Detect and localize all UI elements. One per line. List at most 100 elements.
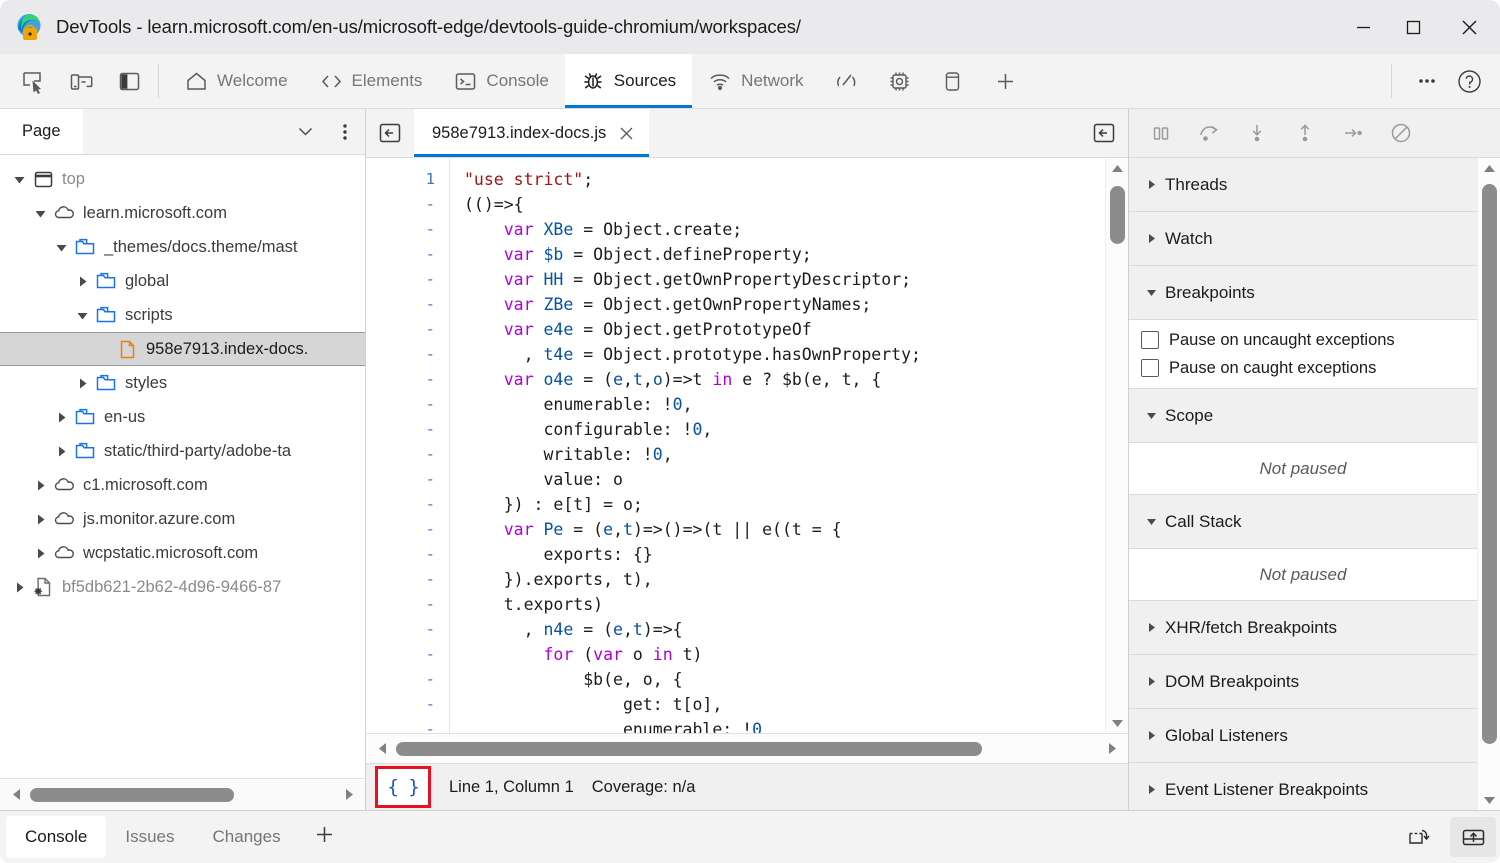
editor-vertical-scrollbar[interactable] — [1105, 158, 1128, 733]
line-number-gutter[interactable]: 1---------------------- — [366, 158, 450, 733]
code-line[interactable]: configurable: !0, — [464, 417, 1105, 442]
drawer-tab-changes[interactable]: Changes — [194, 816, 300, 858]
line-number[interactable]: - — [366, 617, 449, 642]
navigator-more-options-icon[interactable] — [325, 109, 365, 154]
tab-welcome[interactable]: Welcome — [169, 54, 304, 108]
code-line[interactable]: var XBe = Object.create; — [464, 217, 1105, 242]
pause-resume-icon[interactable] — [1141, 114, 1181, 152]
drawer-add-tab-button[interactable] — [300, 811, 350, 863]
tree-item[interactable]: bf5db621-2b62-4d96-9466-87 — [0, 570, 365, 604]
chevron-down-icon[interactable] — [285, 109, 325, 154]
code-line[interactable]: var o4e = (e,t,o)=>t in e ? $b(e, t, { — [464, 367, 1105, 392]
scroll-up-arrow-icon[interactable] — [1110, 158, 1125, 178]
line-number[interactable]: - — [366, 542, 449, 567]
debugger-section-breakpoints[interactable]: Breakpoints — [1129, 266, 1477, 320]
debugger-vertical-scrollbar[interactable] — [1477, 158, 1500, 810]
line-number[interactable]: - — [366, 417, 449, 442]
more-options-icon[interactable] — [1408, 62, 1446, 100]
twisty-collapsed-icon[interactable] — [71, 274, 93, 289]
tree-item[interactable]: 958e7913.index-docs. — [0, 332, 365, 366]
dock-side-icon[interactable] — [110, 62, 148, 100]
navigator-tab-page[interactable]: Page — [0, 109, 83, 154]
close-button[interactable] — [1438, 0, 1500, 54]
show-debugger-button[interactable] — [1080, 109, 1128, 157]
dock-drawer-icon[interactable] — [1450, 817, 1496, 857]
code-line[interactable]: t.exports) — [464, 592, 1105, 617]
tree-item[interactable]: c1.microsoft.com — [0, 468, 365, 502]
scroll-right-arrow-icon[interactable] — [1100, 741, 1122, 756]
step-over-icon[interactable] — [1189, 114, 1229, 152]
line-number[interactable]: - — [366, 517, 449, 542]
add-tab-button[interactable] — [979, 54, 1032, 108]
line-number[interactable]: - — [366, 342, 449, 367]
line-number[interactable]: - — [366, 567, 449, 592]
format-pretty-print-button[interactable]: { } — [375, 766, 431, 808]
twisty-collapsed-icon[interactable] — [71, 376, 93, 391]
debugger-section-scope[interactable]: Scope — [1129, 389, 1477, 443]
twisty-expanded-icon[interactable] — [71, 308, 93, 323]
line-number[interactable]: - — [366, 267, 449, 292]
line-number[interactable]: - — [366, 192, 449, 217]
debugger-section-call-stack[interactable]: Call Stack — [1129, 495, 1477, 549]
twisty-collapsed-icon[interactable] — [50, 410, 72, 425]
line-number[interactable]: - — [366, 217, 449, 242]
tree-item[interactable]: styles — [0, 366, 365, 400]
code-line[interactable]: var HH = Object.getOwnPropertyDescriptor… — [464, 267, 1105, 292]
debugger-section-dom-breakpoints[interactable]: DOM Breakpoints — [1129, 655, 1477, 709]
code-line[interactable]: }).exports, t), — [464, 567, 1105, 592]
twisty-collapsed-icon[interactable] — [29, 512, 51, 527]
code-line[interactable]: $b(e, o, { — [464, 667, 1105, 692]
scroll-left-arrow-icon[interactable] — [6, 787, 28, 802]
twisty-expanded-icon[interactable] — [50, 240, 72, 255]
scroll-down-arrow-icon[interactable] — [1110, 713, 1125, 733]
line-number[interactable]: - — [366, 592, 449, 617]
step-out-icon[interactable] — [1285, 114, 1325, 152]
code-line[interactable]: var ZBe = Object.getOwnPropertyNames; — [464, 292, 1105, 317]
scrollbar-thumb[interactable] — [1482, 184, 1497, 744]
source-code-text[interactable]: "use strict"; (()=>{ var XBe = Object.cre… — [450, 158, 1105, 733]
code-line[interactable]: exports: {} — [464, 542, 1105, 567]
scroll-right-arrow-icon[interactable] — [337, 787, 359, 802]
tab-application[interactable] — [926, 54, 979, 108]
tree-item[interactable]: _themes/docs.theme/mast — [0, 230, 365, 264]
code-line[interactable]: get: t[o], — [464, 692, 1105, 717]
editor-tab[interactable]: 958e7913.index-docs.js — [414, 109, 650, 157]
tree-item[interactable]: top — [0, 162, 365, 196]
editor-horizontal-scrollbar[interactable] — [366, 733, 1128, 763]
show-navigator-button[interactable] — [366, 109, 414, 157]
close-icon[interactable] — [618, 125, 635, 142]
tree-item[interactable]: static/third-party/adobe-ta — [0, 434, 365, 468]
checkbox-box[interactable] — [1141, 331, 1159, 349]
twisty-collapsed-icon[interactable] — [8, 580, 30, 595]
line-number[interactable]: - — [366, 692, 449, 717]
scrollbar-track[interactable] — [28, 787, 337, 802]
restore-drawer-icon[interactable] — [1396, 817, 1442, 857]
debugger-section-xhr-fetch-breakpoints[interactable]: XHR/fetch Breakpoints — [1129, 601, 1477, 655]
line-number[interactable]: - — [366, 667, 449, 692]
debugger-section-threads[interactable]: Threads — [1129, 158, 1477, 212]
code-line[interactable]: enumerable: !0, — [464, 392, 1105, 417]
line-number[interactable]: - — [366, 492, 449, 517]
scrollbar-track[interactable] — [394, 741, 1100, 756]
line-number[interactable]: - — [366, 292, 449, 317]
debugger-sections[interactable]: Threads Watch Breakpoints Pause on uncaught… — [1129, 158, 1477, 810]
inspect-element-icon[interactable] — [14, 62, 52, 100]
line-number[interactable]: - — [366, 642, 449, 667]
pause-on-caught-exceptions-checkbox[interactable]: Pause on caught exceptions — [1129, 354, 1477, 382]
code-line[interactable]: (()=>{ — [464, 192, 1105, 217]
minimize-button[interactable] — [1338, 0, 1388, 54]
line-number[interactable]: - — [366, 242, 449, 267]
drawer-tab-console[interactable]: Console — [6, 816, 107, 858]
twisty-expanded-icon[interactable] — [29, 206, 51, 221]
code-line[interactable]: enumerable: !0 — [464, 717, 1105, 733]
twisty-expanded-icon[interactable] — [8, 172, 30, 187]
line-number[interactable]: - — [366, 392, 449, 417]
code-line[interactable]: , n4e = (e,t)=>{ — [464, 617, 1105, 642]
debugger-section-watch[interactable]: Watch — [1129, 212, 1477, 266]
scroll-left-arrow-icon[interactable] — [372, 741, 394, 756]
scrollbar-thumb[interactable] — [1110, 186, 1125, 244]
tab-console[interactable]: Console — [438, 54, 564, 108]
code-line[interactable]: var e4e = Object.getPrototypeOf — [464, 317, 1105, 342]
scroll-down-arrow-icon[interactable] — [1482, 790, 1497, 810]
debugger-section-global-listeners[interactable]: Global Listeners — [1129, 709, 1477, 763]
